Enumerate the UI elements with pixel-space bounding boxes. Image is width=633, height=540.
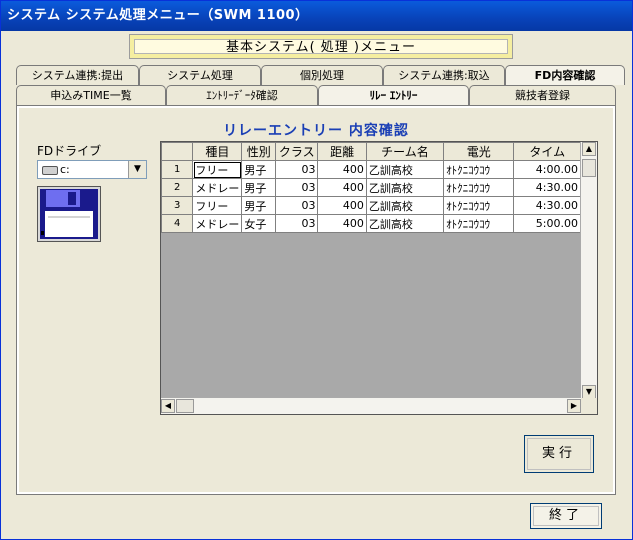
vertical-scrollbar[interactable]: ▲ ▼ (580, 142, 597, 399)
cell-distance[interactable]: 400 (317, 178, 367, 197)
cell-gender[interactable]: 男子 (241, 178, 277, 197)
cell-distance[interactable]: 400 (317, 196, 367, 215)
cell-time[interactable]: 4:00.00 (513, 160, 581, 179)
hscroll-thumb[interactable] (176, 399, 194, 413)
header-event[interactable]: 種目 (192, 142, 243, 161)
header-time[interactable]: タイム (513, 142, 581, 161)
menu-banner-text: 基本システム( 処理 )メニュー (134, 39, 508, 55)
horizontal-scrollbar[interactable]: ◀ ▶ (161, 397, 581, 414)
tab-entry-data-check[interactable]: ｴﾝﾄﾘｰﾃﾞｰﾀ確認 (166, 85, 318, 105)
cell-team-name[interactable]: 乙訓高校 (365, 196, 445, 215)
cell-gender[interactable]: 男子 (241, 160, 277, 179)
cell-event[interactable]: フリー (192, 196, 243, 215)
drive-value: c: (60, 163, 70, 176)
cell-event[interactable]: フリー (192, 160, 243, 179)
cell-class[interactable]: 03 (275, 160, 319, 179)
scroll-right-icon[interactable]: ▶ (567, 399, 581, 413)
row-number[interactable]: 3 (161, 196, 194, 215)
cell-gender[interactable]: 女子 (241, 214, 277, 233)
header-display-name[interactable]: 電光 (443, 142, 515, 161)
cell-time[interactable]: 5:00.00 (513, 214, 581, 233)
table-row[interactable]: 2 メドレー 男子 03 400 乙訓高校 ｵﾄｸﾆｺｳｺｳ 4:30.00 (161, 178, 581, 197)
cell-display-name[interactable]: ｵﾄｸﾆｺｳｺｳ (443, 214, 515, 233)
cell-class[interactable]: 03 (275, 214, 319, 233)
cell-gender[interactable]: 男子 (241, 196, 277, 215)
cell-class[interactable]: 03 (275, 196, 319, 215)
table-row[interactable]: 1 フリー 男子 03 400 乙訓高校 ｵﾄｸﾆｺｳｺｳ 4:00.00 (161, 160, 581, 179)
cell-display-name[interactable]: ｵﾄｸﾆｺｳｺｳ (443, 196, 515, 215)
cell-display-name[interactable]: ｵﾄｸﾆｺｳｺｳ (443, 178, 515, 197)
execute-button-label: 実行 (541, 446, 576, 461)
relay-entry-table: 種目 性別 クラス 距離 チーム名 電光 タイム 1 フリー 男子 03 400… (161, 142, 581, 233)
header-team-name[interactable]: チーム名 (365, 142, 445, 161)
window-title: システム システム処理メニュー（SWM 1100） (1, 1, 632, 31)
cell-event[interactable]: メドレー (192, 178, 243, 197)
cell-time[interactable]: 4:30.00 (513, 196, 581, 215)
fd-drive-select[interactable]: c: ▼ (37, 160, 147, 179)
row-number[interactable]: 2 (161, 178, 194, 197)
tab-system-link-submit[interactable]: システム連携:提出 (16, 65, 139, 85)
drive-icon (42, 166, 58, 175)
cell-time[interactable]: 4:30.00 (513, 178, 581, 197)
row-number[interactable]: 1 (161, 160, 194, 179)
client-area: 基本システム( 処理 )メニュー システム連携:提出 システム処理 個別処理 シ… (4, 31, 629, 537)
scroll-left-icon[interactable]: ◀ (161, 399, 175, 413)
cell-class[interactable]: 03 (275, 178, 319, 197)
tab-individual-processing[interactable]: 個別処理 (261, 65, 383, 85)
tab-application-time-list[interactable]: 申込みTIME一覧 (16, 85, 166, 105)
scroll-up-icon[interactable]: ▲ (582, 142, 596, 156)
scroll-thumb[interactable] (582, 159, 596, 177)
tab-system-link-import[interactable]: システム連携:取込 (383, 65, 505, 85)
relay-entry-panel: リレーエントリー 内容確認 FDドライブ c: ▼ 種目 性別 クラス 距離 チ… (16, 105, 616, 495)
header-distance[interactable]: 距離 (317, 142, 367, 161)
cell-team-name[interactable]: 乙訓高校 (365, 214, 445, 233)
cell-distance[interactable]: 400 (317, 214, 367, 233)
header-class[interactable]: クラス (275, 142, 319, 161)
cell-team-name[interactable]: 乙訓高校 (365, 178, 445, 197)
tab-system-processing[interactable]: システム処理 (139, 65, 261, 85)
row-number[interactable]: 4 (161, 214, 194, 233)
execute-button[interactable]: 実行 (524, 435, 594, 473)
floppy-disk-icon (37, 186, 101, 242)
tab-relay-entry[interactable]: ﾘﾚｰ ｴﾝﾄﾘｰ (318, 85, 469, 107)
main-window: システム システム処理メニュー（SWM 1100） 基本システム( 処理 )メニ… (0, 0, 633, 540)
table-header-row: 種目 性別 クラス 距離 チーム名 電光 タイム (161, 142, 581, 161)
panel-title: リレーエントリー 内容確認 (223, 123, 409, 139)
exit-button-label: 終了 (548, 508, 583, 523)
cell-distance[interactable]: 400 (317, 160, 367, 179)
scroll-down-icon[interactable]: ▼ (582, 385, 596, 399)
cell-event[interactable]: メドレー (192, 214, 243, 233)
exit-button[interactable]: 終了 (530, 503, 602, 529)
header-gender[interactable]: 性別 (241, 142, 277, 161)
cell-display-name[interactable]: ｵﾄｸﾆｺｳｺｳ (443, 160, 515, 179)
table-row[interactable]: 3 フリー 男子 03 400 乙訓高校 ｵﾄｸﾆｺｳｺｳ 4:30.00 (161, 196, 581, 215)
header-rownum (161, 142, 194, 161)
cell-team-name[interactable]: 乙訓高校 (365, 160, 445, 179)
menu-banner: 基本システム( 処理 )メニュー (129, 34, 513, 59)
table-row[interactable]: 4 メドレー 女子 03 400 乙訓高校 ｵﾄｸﾆｺｳｺｳ 5:00.00 (161, 214, 581, 233)
tab-fd-content-check[interactable]: FD内容確認 (505, 65, 625, 85)
relay-entry-grid: 種目 性別 クラス 距離 チーム名 電光 タイム 1 フリー 男子 03 400… (160, 141, 598, 415)
chevron-down-icon[interactable]: ▼ (128, 161, 146, 178)
scroll-corner (581, 398, 597, 414)
fd-drive-label: FDドライブ (37, 144, 102, 158)
tab-competitor-registration[interactable]: 競技者登録 (469, 85, 616, 105)
